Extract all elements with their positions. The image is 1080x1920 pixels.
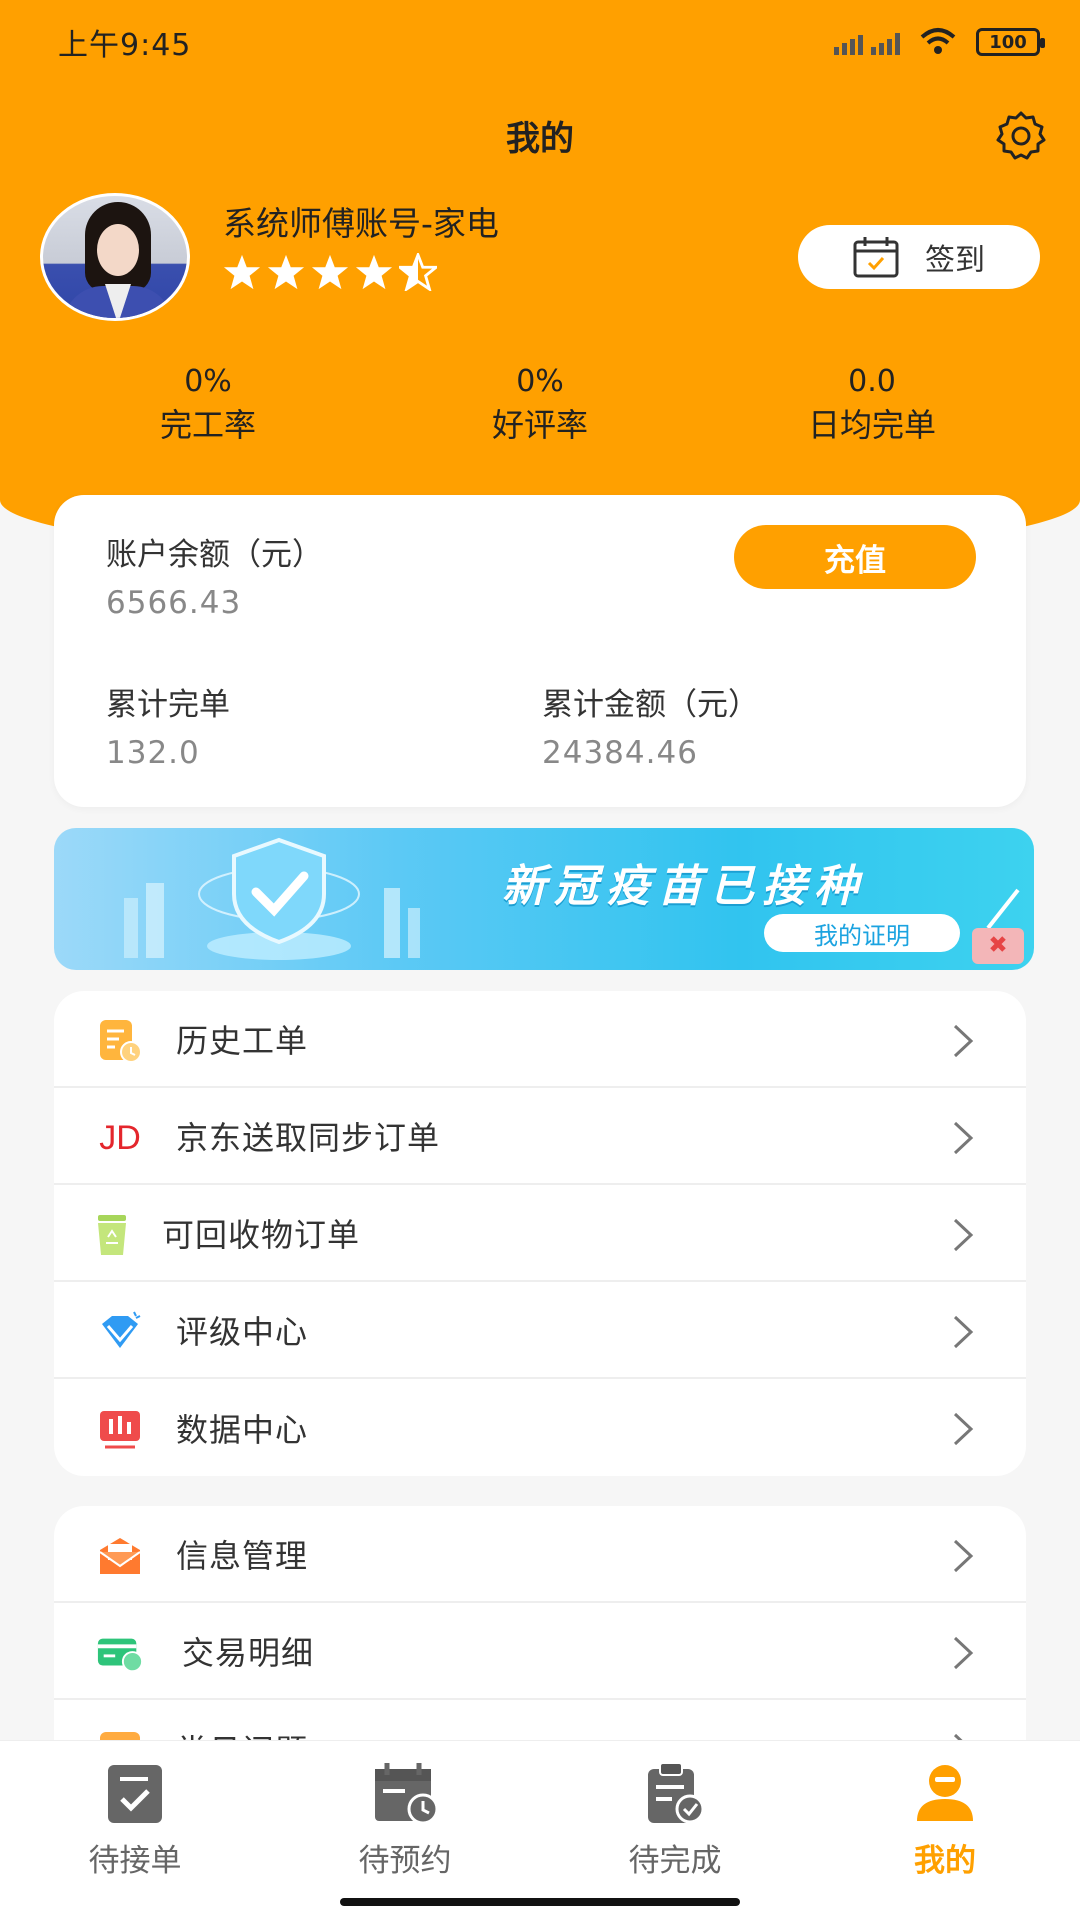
tab-label: 待预约 bbox=[358, 1843, 452, 1879]
jd-icon: JD bbox=[99, 1118, 141, 1157]
stat-positive-rate: 0% 好评率 bbox=[374, 363, 706, 449]
battery-icon: 100 bbox=[976, 28, 1045, 56]
stat-label: 好评率 bbox=[491, 406, 588, 444]
shield-check-icon bbox=[198, 837, 360, 960]
accept-order-icon bbox=[99, 1759, 171, 1827]
total-orders-value: 132.0 bbox=[106, 735, 200, 771]
signal-icon bbox=[834, 29, 900, 55]
tab-pending-complete[interactable]: 待完成 bbox=[540, 1741, 810, 1920]
menu-item-label: 历史工单 bbox=[176, 1021, 309, 1060]
stats-row: 0% 完工率 0% 好评率 0.0 日均完单 bbox=[0, 363, 1080, 449]
stat-daily-orders: 0.0 日均完单 bbox=[706, 363, 1038, 449]
chevron-right-icon bbox=[953, 1539, 974, 1573]
menu-item-label: 信息管理 bbox=[176, 1536, 309, 1575]
wifi-icon bbox=[918, 27, 958, 57]
tab-mine[interactable]: 我的 bbox=[810, 1741, 1080, 1920]
menu-item-history-orders[interactable]: 历史工单 bbox=[54, 991, 1026, 1088]
star-half-icon bbox=[399, 253, 437, 291]
chevron-right-icon bbox=[953, 1315, 974, 1349]
chevron-right-icon bbox=[953, 1024, 974, 1058]
user-icon bbox=[909, 1759, 981, 1827]
stat-label: 日均完单 bbox=[807, 406, 936, 444]
tab-pending-appointment[interactable]: 待预约 bbox=[270, 1741, 540, 1920]
title-bar: 我的 bbox=[0, 100, 1080, 170]
tab-pending-accept[interactable]: 待接单 bbox=[0, 1741, 270, 1920]
mail-icon bbox=[96, 1532, 144, 1580]
card-icon bbox=[96, 1629, 144, 1677]
checkin-button[interactable]: 签到 bbox=[798, 225, 1040, 289]
tab-label: 我的 bbox=[914, 1843, 976, 1879]
menu-item-label: 常见问题 bbox=[176, 1726, 308, 1741]
star-icon bbox=[267, 254, 305, 290]
page-title: 我的 bbox=[506, 118, 574, 159]
data-chart-icon bbox=[96, 1405, 144, 1453]
status-time: 上午9:45 bbox=[58, 28, 192, 63]
calendar-check-icon bbox=[853, 237, 899, 278]
calendar-clock-icon bbox=[369, 1759, 441, 1827]
stat-value: 0% bbox=[516, 364, 564, 399]
diamond-icon bbox=[96, 1308, 144, 1356]
menu-item-label: 评级中心 bbox=[176, 1312, 309, 1351]
total-amount-label: 累计金额（元） bbox=[542, 687, 759, 723]
chevron-right-icon bbox=[953, 1412, 974, 1446]
star-icon bbox=[355, 254, 393, 290]
star-icon bbox=[223, 254, 261, 290]
total-amount-value: 24384.46 bbox=[542, 735, 698, 771]
balance-value: 6566.43 bbox=[106, 585, 242, 621]
bottom-tab-bar: 待接单 待预约 待完成 我的 bbox=[0, 1740, 1080, 1920]
home-indicator bbox=[340, 1898, 740, 1906]
menu-item-rating-center[interactable]: 评级中心 bbox=[54, 1282, 1026, 1379]
chevron-right-icon bbox=[953, 1636, 974, 1670]
checkin-label: 签到 bbox=[925, 243, 985, 278]
gear-icon bbox=[996, 111, 1046, 160]
stat-value: 0% bbox=[184, 364, 232, 399]
menu-item-label: 京东送取同步订单 bbox=[176, 1118, 441, 1157]
stat-label: 完工率 bbox=[159, 406, 256, 444]
stat-completion-rate: 0% 完工率 bbox=[42, 363, 374, 449]
menu-item-faq[interactable]: ? 常见问题 bbox=[54, 1700, 1026, 1740]
status-bar: 上午9:45 100 bbox=[0, 0, 1080, 84]
chevron-right-icon bbox=[953, 1121, 974, 1155]
account-card: 账户余额（元） 6566.43 充值 累计完单 132.0 累计金额（元） 24… bbox=[54, 495, 1026, 807]
menu-item-transactions[interactable]: 交易明细 bbox=[54, 1603, 1026, 1700]
recharge-button[interactable]: 充值 bbox=[734, 525, 976, 589]
star-icon bbox=[311, 254, 349, 290]
account-name: 系统师傅账号-家电 bbox=[223, 204, 499, 243]
vaccine-banner[interactable]: 新冠疫苗已接种 我的证明 bbox=[54, 828, 1034, 970]
rating-stars bbox=[223, 253, 437, 291]
menu-item-label: 可回收物订单 bbox=[162, 1215, 361, 1254]
chevron-right-icon bbox=[953, 1218, 974, 1252]
avatar[interactable] bbox=[40, 193, 190, 321]
clipboard-check-icon bbox=[639, 1759, 711, 1827]
total-orders-label: 累计完单 bbox=[106, 687, 230, 723]
menu-group-info: 信息管理 交易明细 ? 常见问题 bbox=[54, 1506, 1026, 1740]
help-icon: ? bbox=[96, 1726, 144, 1740]
tab-label: 待接单 bbox=[88, 1843, 182, 1879]
banner-title: 新冠疫苗已接种 bbox=[502, 861, 866, 912]
tab-label: 待完成 bbox=[628, 1843, 722, 1879]
settings-button[interactable] bbox=[992, 106, 1050, 164]
profile-section: 系统师傅账号-家电 签到 bbox=[40, 193, 1040, 323]
menu-item-label: 数据中心 bbox=[176, 1410, 309, 1449]
menu-group-orders: 历史工单 JD 京东送取同步订单 可回收物订单 评级中心 数据中心 bbox=[54, 991, 1026, 1476]
history-order-icon bbox=[96, 1017, 144, 1065]
balance-label: 账户余额（元） bbox=[106, 537, 323, 573]
menu-item-label: 交易明细 bbox=[182, 1633, 315, 1672]
menu-item-jd-orders[interactable]: JD 京东送取同步订单 bbox=[54, 1088, 1026, 1185]
menu-item-data-center[interactable]: 数据中心 bbox=[54, 1379, 1026, 1476]
chevron-right-icon bbox=[953, 1733, 963, 1740]
recycle-bin-icon bbox=[88, 1211, 136, 1259]
stat-value: 0.0 bbox=[848, 364, 896, 399]
my-certificate-button[interactable]: 我的证明 bbox=[764, 914, 960, 952]
menu-item-info-management[interactable]: 信息管理 bbox=[54, 1506, 1026, 1603]
menu-item-recycle-orders[interactable]: 可回收物订单 bbox=[54, 1185, 1026, 1282]
vaccine-kit-icon bbox=[972, 888, 1024, 964]
